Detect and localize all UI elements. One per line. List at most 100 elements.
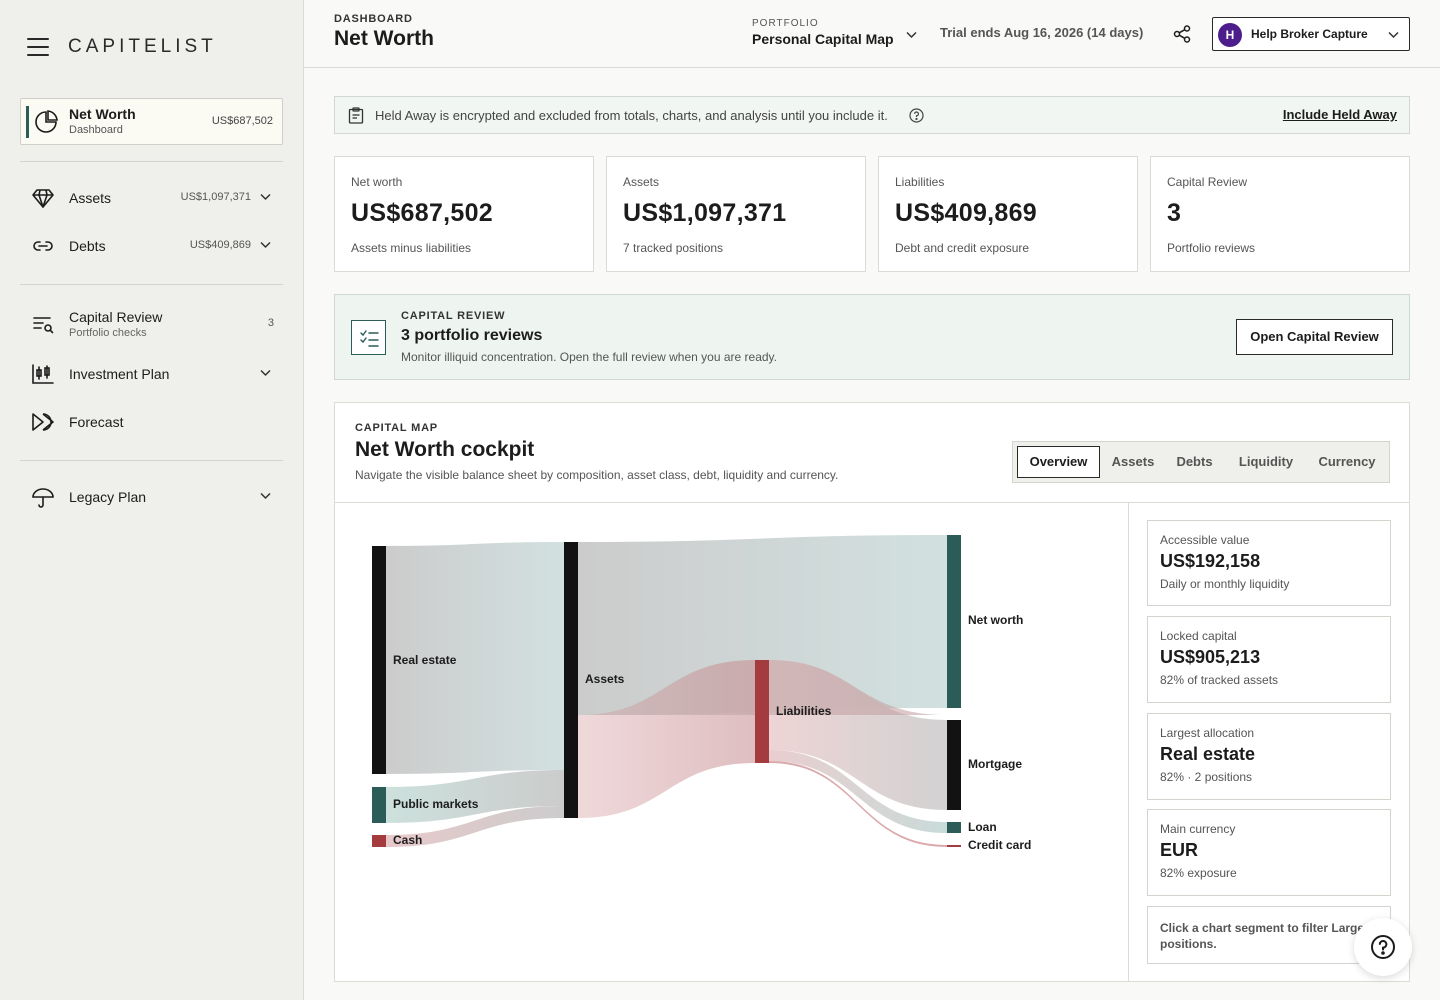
kpi-value: US$409,869 — [895, 199, 1038, 227]
side-card-value: US$192,158 — [1160, 551, 1261, 571]
sankey-label-assets: Assets — [585, 672, 625, 686]
sankey-label-mortgage: Mortgage — [968, 757, 1022, 771]
sankey-node-liabilities[interactable] — [755, 660, 769, 763]
sidebar-item-label: Capital Review — [69, 309, 163, 325]
map-vertical-divider — [1128, 503, 1129, 981]
open-capital-review-button[interactable]: Open Capital Review — [1236, 319, 1393, 355]
sidebar-item-label: Legacy Plan — [69, 489, 147, 505]
sankey-label-liabilities: Liabilities — [776, 704, 832, 718]
kpi-label: Assets — [623, 175, 660, 189]
side-card-label: Largest allocation — [1160, 726, 1255, 740]
sidebar-item-assets[interactable]: Assets US$1,097,371 — [20, 180, 283, 216]
help-circle-icon[interactable] — [909, 108, 924, 123]
kpi-subtitle: Portfolio reviews — [1167, 241, 1256, 255]
page-title: Net Worth — [334, 27, 434, 50]
sidebar-item-label: Forecast — [69, 414, 124, 430]
sidebar-item-label: Assets — [69, 190, 112, 206]
tab-liquidity[interactable]: Liquidity — [1227, 446, 1305, 478]
side-card-value: US$905,213 — [1160, 647, 1261, 667]
sankey-node-mortgage[interactable] — [947, 720, 961, 810]
sankey-node-loan[interactable] — [947, 822, 961, 833]
brand-row: CAPITELIST — [27, 36, 217, 58]
chevron-down-icon[interactable] — [260, 241, 271, 249]
sankey-label-cash: Cash — [393, 833, 422, 847]
held-away-notice: Held Away is encrypted and excluded from… — [334, 96, 1410, 134]
sidebar: CAPITELIST Net Worth Dashboard US$687,50… — [0, 0, 304, 1000]
chevron-down-icon — [906, 31, 917, 39]
sidebar-item-label: Net Worth — [69, 106, 136, 122]
sidebar-item-investment-plan[interactable]: Investment Plan — [20, 356, 283, 392]
kpi-card-liabilities: Liabilities US$409,869 Debt and credit e… — [878, 156, 1138, 272]
portfolio-label: PORTFOLIO — [752, 18, 819, 29]
avatar: H — [1218, 23, 1242, 47]
kpi-value: 3 — [1167, 199, 1182, 227]
sankey-node-cash[interactable] — [372, 835, 386, 847]
chevron-down-icon[interactable] — [260, 369, 271, 377]
chevron-down-icon — [1388, 31, 1399, 39]
kpi-card-capital-review: Capital Review 3 Portfolio reviews — [1150, 156, 1410, 272]
tab-currency[interactable]: Currency — [1309, 446, 1385, 478]
divider — [20, 161, 283, 162]
umbrella-icon — [32, 488, 54, 508]
side-card-label: Main currency — [1160, 822, 1236, 836]
kpi-subtitle: Debt and credit exposure — [895, 241, 1030, 255]
side-card-label: Locked capital — [1160, 629, 1237, 643]
side-card-main-currency: Main currency EUR 82% exposure — [1147, 809, 1391, 896]
sidebar-item-value: US$1,097,371 — [180, 191, 251, 203]
side-card-largest-allocation: Largest allocation Real estate 82% · 2 p… — [1147, 713, 1391, 800]
side-card-subtitle: 82% · 2 positions — [1160, 770, 1253, 784]
sankey-label-loan: Loan — [968, 820, 997, 834]
chevron-down-icon[interactable] — [260, 193, 271, 201]
notice-text: Held Away is encrypted and excluded from… — [375, 108, 888, 123]
map-eyebrow: CAPITAL MAP — [355, 422, 438, 434]
checklist-icon — [360, 330, 379, 347]
map-description: Navigate the visible balance sheet by co… — [355, 468, 839, 482]
clipboard-lock-icon — [348, 107, 364, 124]
sankey-node-net-worth[interactable] — [947, 535, 961, 708]
page-eyebrow: DASHBOARD — [334, 13, 413, 25]
sidebar-item-capital-review[interactable]: Capital Review Portfolio checks 3 — [20, 306, 283, 342]
diamond-icon — [32, 189, 54, 208]
sankey-node-real-estate[interactable] — [372, 546, 386, 774]
active-indicator — [26, 106, 29, 138]
sidebar-item-label: Debts — [69, 238, 106, 254]
sankey-label-real-estate: Real estate — [393, 653, 457, 667]
help-circle-icon — [1371, 935, 1395, 959]
sankey-node-public-markets[interactable] — [372, 787, 386, 823]
side-card-accessible-value: Accessible value US$192,158 Daily or mon… — [1147, 520, 1391, 606]
sidebar-item-debts[interactable]: Debts US$409,869 — [20, 228, 283, 264]
tab-assets[interactable]: Assets — [1104, 446, 1162, 478]
chevron-down-icon[interactable] — [260, 492, 271, 500]
sidebar-item-legacy-plan[interactable]: Legacy Plan — [20, 479, 283, 515]
brand-logo: CAPITELIST — [68, 36, 217, 57]
sankey-node-assets[interactable] — [564, 542, 578, 818]
side-card-subtitle: 82% of tracked assets — [1160, 673, 1279, 687]
review-description: Monitor illiquid concentration. Open the… — [401, 350, 777, 364]
kpi-label: Capital Review — [1167, 175, 1248, 189]
sankey-chart: Real estate Public markets Cash Assets Liabi… — [372, 535, 1031, 852]
divider — [20, 284, 283, 285]
portfolio-selector[interactable]: PORTFOLIO Personal Capital Map — [752, 18, 917, 47]
share-icon[interactable] — [1172, 24, 1192, 44]
sidebar-item-forecast[interactable]: Forecast — [20, 404, 283, 440]
map-title: Net Worth cockpit — [355, 438, 535, 461]
sidebar-item-value: US$687,502 — [211, 115, 273, 127]
sankey-node-credit-card[interactable] — [947, 845, 961, 847]
user-menu-button[interactable]: H Help Broker Capture — [1212, 17, 1410, 51]
capital-review-banner: CAPITAL REVIEW 3 portfolio reviews Monit… — [334, 294, 1410, 380]
sankey-label-credit-card: Credit card — [968, 838, 1031, 852]
review-title: 3 portfolio reviews — [401, 327, 543, 344]
header-divider — [304, 67, 1440, 68]
sidebar-item-sublabel: Dashboard — [69, 124, 123, 136]
kpi-subtitle: 7 tracked positions — [623, 241, 724, 255]
sidebar-item-net-worth[interactable]: Net Worth Dashboard US$687,502 — [20, 98, 283, 145]
side-card-subtitle: Daily or monthly liquidity — [1160, 577, 1290, 591]
kpi-card-net-worth: Net worth US$687,502 Assets minus liabil… — [334, 156, 594, 272]
tab-overview[interactable]: Overview — [1017, 446, 1100, 478]
include-held-away-link[interactable]: Include Held Away — [1283, 107, 1397, 122]
tab-debts[interactable]: Debts — [1166, 446, 1223, 478]
help-button[interactable] — [1354, 918, 1412, 976]
sidebar-item-label: Investment Plan — [69, 366, 170, 382]
side-card-subtitle: 82% exposure — [1160, 866, 1237, 880]
menu-icon[interactable] — [27, 38, 49, 56]
